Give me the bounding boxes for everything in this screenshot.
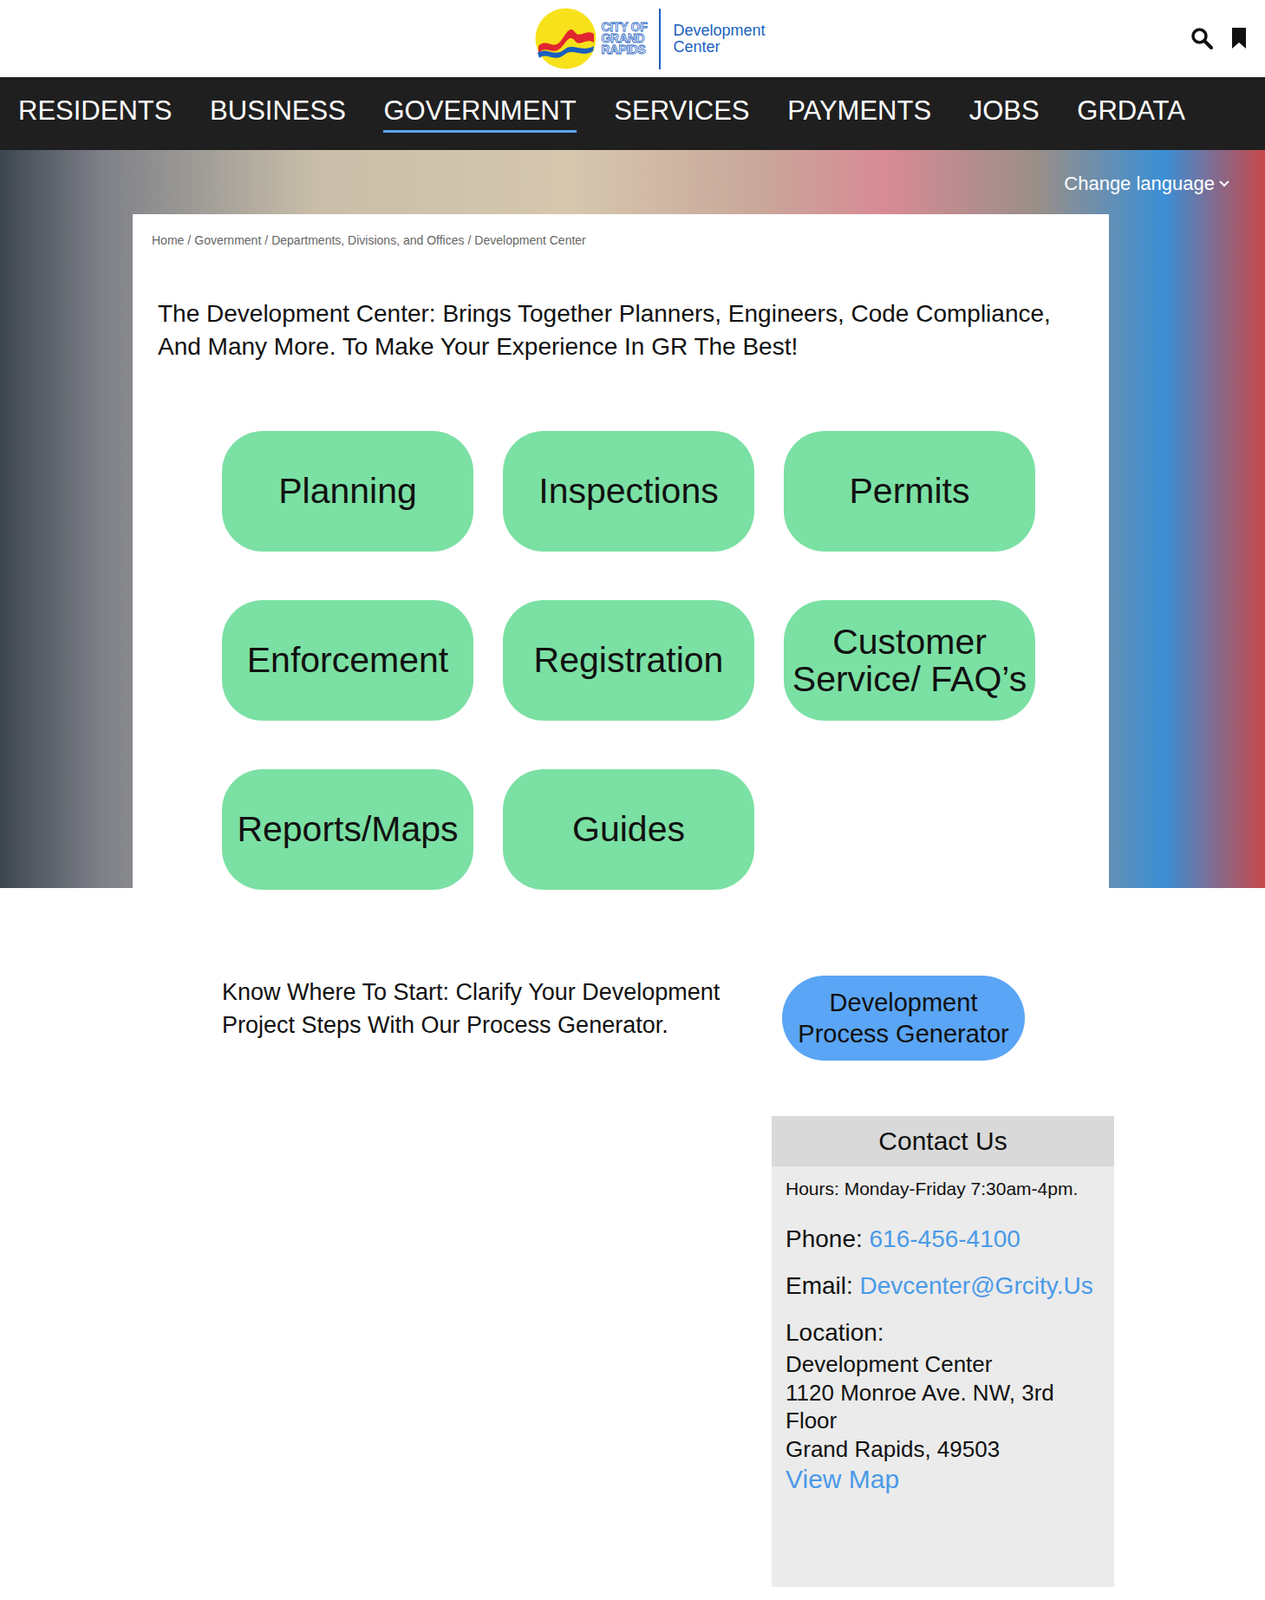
header-icons bbox=[1190, 26, 1248, 50]
tile-button[interactable]: Reports/Maps bbox=[221, 769, 474, 890]
tile-button[interactable]: Permits bbox=[783, 430, 1036, 552]
nav-item[interactable]: SERVICES bbox=[613, 95, 750, 133]
address-line: Grand Rapids, 49503 bbox=[785, 1434, 1102, 1464]
logo-city-text: CITY OFGRANDRAPIDS bbox=[601, 21, 648, 57]
process-text: Know Where To Start: Clarify Your Develo… bbox=[221, 976, 765, 1043]
tile-button[interactable]: Registration bbox=[502, 599, 755, 721]
nav-item[interactable]: JOBS bbox=[969, 95, 1040, 133]
hero-area: Change language Home/Government/Departme… bbox=[0, 149, 1265, 1600]
address-line: Development Center bbox=[785, 1349, 1102, 1379]
breadcrumb-item[interactable]: Home bbox=[151, 233, 184, 248]
contact-phone: Phone: 616-456-4100 bbox=[785, 1225, 1102, 1253]
city-logo-icon bbox=[534, 7, 597, 70]
language-row: Change language bbox=[0, 149, 1265, 215]
chevron-down-icon bbox=[1218, 179, 1231, 189]
change-language[interactable]: Change language bbox=[1063, 171, 1231, 196]
contact-body: Hours: Monday-Friday 7:30am-4pm. Phone: 6… bbox=[771, 1166, 1115, 1512]
breadcrumb-item[interactable]: Development Center bbox=[474, 233, 586, 248]
process-generator-button[interactable]: Development Process Generator bbox=[782, 975, 1025, 1061]
email-link[interactable]: Devcenter@Grcity.Us bbox=[860, 1271, 1094, 1299]
page-heading: The Development Center: Brings Together … bbox=[132, 297, 1109, 364]
search-icon[interactable] bbox=[1190, 26, 1213, 50]
site-header: CITY OFGRANDRAPIDS DevelopmentCenter bbox=[0, 0, 1265, 78]
tile-button[interactable]: Planning bbox=[221, 430, 474, 552]
logo-site-text: DevelopmentCenter bbox=[672, 22, 765, 56]
nav-item[interactable]: GRDATA bbox=[1076, 95, 1186, 133]
tile-button[interactable]: Inspections bbox=[502, 430, 755, 552]
main-nav: RESIDENTS BUSINESS GOVERNMENT SERVICES PAYME… bbox=[0, 77, 1265, 150]
view-map-link[interactable]: View Map bbox=[785, 1464, 1102, 1494]
tile-button[interactable]: Guides bbox=[502, 769, 755, 890]
phone-link[interactable]: 616-456-4100 bbox=[869, 1225, 1021, 1252]
nav-item[interactable]: GOVERNMENT bbox=[383, 95, 576, 133]
breadcrumb-item[interactable]: Departments, Divisions, and Offices bbox=[271, 233, 464, 248]
breadcrumb-item[interactable]: Government bbox=[194, 233, 261, 248]
tile-button[interactable]: Customer Service/ FAQ’s bbox=[783, 599, 1036, 721]
contact-email: Email: Devcenter@Grcity.Us bbox=[785, 1271, 1102, 1300]
logo-divider bbox=[658, 8, 661, 70]
contact-location-label: Location: bbox=[785, 1318, 1102, 1347]
breadcrumb-separator: / bbox=[467, 233, 471, 248]
site-logo[interactable]: CITY OFGRANDRAPIDS DevelopmentCenter bbox=[534, 7, 766, 70]
page: CITY OFGRANDRAPIDS DevelopmentCenter RESID… bbox=[0, 0, 1265, 1600]
tile-grid: PlanningInspectionsPermits EnforcementReg… bbox=[132, 430, 1109, 890]
nav-item[interactable]: BUSINESS bbox=[209, 95, 346, 133]
contact-box: Contact UsHours: Monday-Friday 7:30am-4p… bbox=[771, 1115, 1115, 1587]
contact-row: Contact UsHours: Monday-Friday 7:30am-4p… bbox=[132, 1115, 1109, 1587]
contact-title: Contact Us bbox=[771, 1115, 1115, 1167]
breadcrumb: Home/Government/Departments, Divisions, … bbox=[132, 214, 1109, 248]
content-card: Home/Government/Departments, Divisions, … bbox=[132, 214, 1109, 1600]
tile-button[interactable]: Enforcement bbox=[221, 599, 474, 721]
nav-item[interactable]: RESIDENTS bbox=[18, 95, 172, 133]
address-line: 1120 Monroe Ave. NW, 3rd Floor bbox=[785, 1378, 1102, 1435]
bookmark-icon[interactable] bbox=[1230, 26, 1248, 50]
breadcrumb-separator: / bbox=[264, 233, 268, 248]
breadcrumb-separator: / bbox=[187, 233, 191, 248]
contact-hours: Hours: Monday-Friday 7:30am-4pm. bbox=[785, 1178, 1102, 1200]
nav-item[interactable]: PAYMENTS bbox=[787, 95, 932, 133]
process-row: Know Where To Start: Clarify Your Develo… bbox=[132, 975, 1109, 1061]
